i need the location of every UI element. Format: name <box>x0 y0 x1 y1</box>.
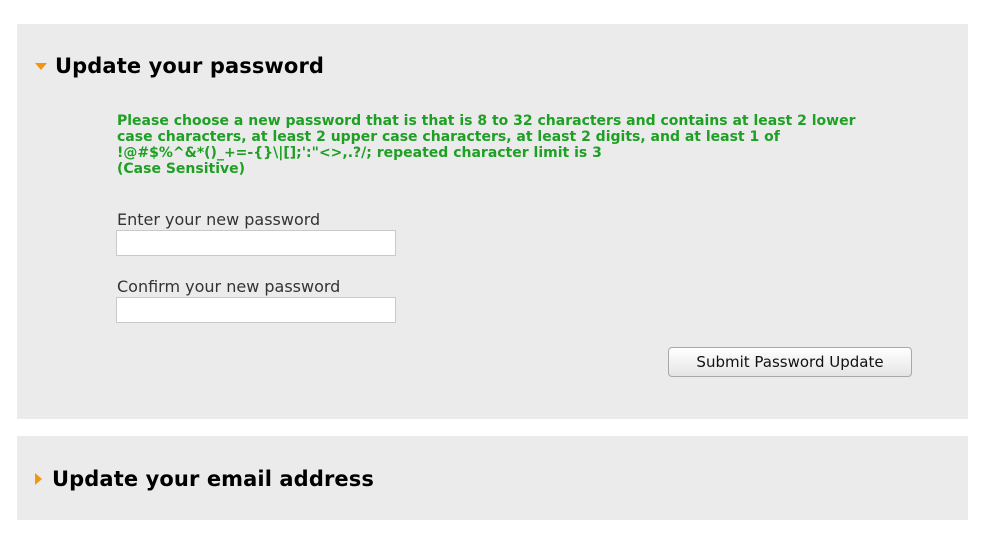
new-password-input[interactable] <box>116 230 396 256</box>
confirm-password-label: Confirm your new password <box>117 277 341 296</box>
password-panel: Update your password Please choose a new… <box>17 24 968 419</box>
password-requirements-line: case characters, at least 2 upper case c… <box>117 129 780 145</box>
password-requirements-line: Please choose a new password that is tha… <box>117 113 856 129</box>
submit-password-update-button[interactable]: Submit Password Update <box>668 347 912 377</box>
email-panel: Update your email address <box>17 436 968 520</box>
email-panel-title: Update your email address <box>52 467 374 491</box>
password-requirements: Please choose a new password that is tha… <box>117 113 917 177</box>
caret-down-icon <box>35 62 47 70</box>
caret-right-icon <box>35 473 42 485</box>
password-panel-header[interactable]: Update your password <box>35 54 324 78</box>
password-requirements-line: !@#$%^&*()_+=-{}\|[];':"<>,.?/; repeated… <box>117 145 602 161</box>
email-panel-header[interactable]: Update your email address <box>35 467 374 491</box>
password-panel-title: Update your password <box>55 54 325 78</box>
new-password-label: Enter your new password <box>117 210 321 229</box>
confirm-password-input[interactable] <box>116 297 396 323</box>
account-settings-page: Update your password Please choose a new… <box>0 0 988 554</box>
case-sensitive-note: (Case Sensitive) <box>117 161 246 177</box>
